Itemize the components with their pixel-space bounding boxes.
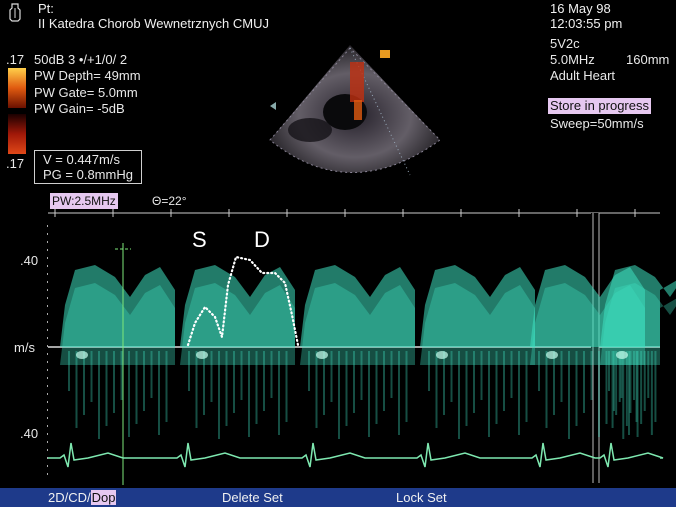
- focus-marker-icon: [270, 102, 276, 110]
- velocity-readout: V = 0.447m/s: [43, 152, 120, 167]
- probe-frequency: 5.0MHz: [550, 52, 595, 67]
- mode-selector[interactable]: 2D/CD/Dop: [48, 490, 117, 505]
- diastolic-wave-label: D: [254, 227, 270, 252]
- systolic-wave-label: S: [192, 227, 207, 252]
- sector-marker-icon: [380, 50, 390, 58]
- gain-settings-line: 50dB 3 •/+1/0/ 2: [34, 52, 128, 67]
- image-depth: 160mm: [626, 52, 670, 67]
- mode-options: 2D/CD/: [48, 490, 91, 505]
- pw-gate-readout: PW Gate= 5.0mm: [34, 85, 138, 100]
- delete-set-button[interactable]: Delete Set: [222, 490, 283, 505]
- pressure-gradient-readout: PG = 0.8mmHg: [43, 167, 133, 182]
- color-scale-bottom-value: .17: [6, 156, 25, 171]
- institution-name: II Katedra Chorob Wewnetrznych CMUJ: [38, 16, 269, 31]
- exam-preset: Adult Heart: [550, 68, 616, 83]
- color-scale-bar: [8, 68, 26, 154]
- patient-label: Pt:: [38, 1, 54, 16]
- probe-name: 5V2c: [550, 36, 580, 51]
- store-status-badge: Store in progress: [548, 98, 651, 114]
- mode-active-dop[interactable]: Dop: [90, 490, 117, 505]
- sweep-speed: Sweep=50mm/s: [550, 116, 644, 131]
- pw-depth-readout: PW Depth= 49mm: [34, 68, 141, 83]
- probe-logo-icon: [8, 2, 22, 22]
- time-display: 12:03:55 pm: [550, 16, 623, 31]
- velocity-axis-top-label: .40: [20, 253, 39, 268]
- echo-sector-image[interactable]: [250, 40, 460, 195]
- color-scale-top-value: .17: [6, 52, 25, 67]
- measurement-box[interactable]: V = 0.447m/s PG = 0.8mmHg: [34, 150, 142, 184]
- ecg-trace: [48, 442, 664, 468]
- pw-gain-readout: PW Gain= -5dB: [34, 101, 125, 116]
- date-display: 16 May 98: [550, 1, 611, 16]
- velocity-axis-bottom-label: .40: [20, 426, 39, 441]
- lock-set-button[interactable]: Lock Set: [396, 490, 447, 505]
- velocity-axis-unit: m/s: [14, 340, 35, 355]
- spectral-doppler-display[interactable]: [0, 205, 676, 485]
